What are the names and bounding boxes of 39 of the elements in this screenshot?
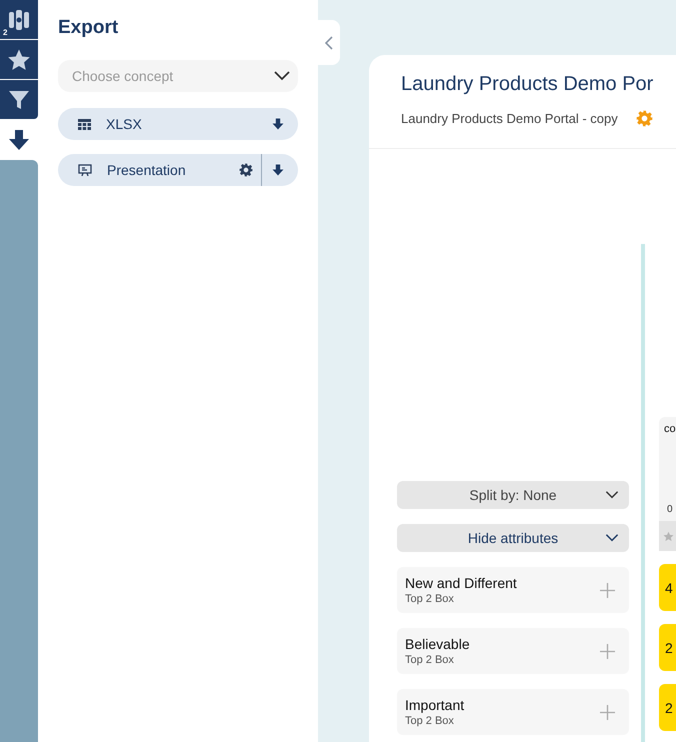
attribute-name: Important [405,697,466,713]
attribute-metric: Top 2 Box [405,715,455,727]
portal-subtitle: Laundry Products Demo Portal - copy [401,111,618,126]
split-by-dropdown[interactable]: Split by: None [397,481,629,509]
download-arrow-icon [8,130,30,150]
attribute-name: New and Different [405,575,518,591]
settings-icon[interactable] [239,163,253,177]
attribute-name: Believable [405,636,471,652]
chevron-down-icon [605,491,619,499]
score-tile: 2 [659,684,676,731]
sidebar-tab[interactable] [0,80,38,119]
concept-title: co [664,423,676,435]
score-tile: 2 [659,624,676,671]
portal-title: Laundry Products Demo Por [401,73,654,96]
bottles-icon [7,8,31,32]
chevron-down-icon [274,71,290,81]
chevron-down-icon [605,534,619,542]
attribute-metric: Top 2 Box [405,593,455,605]
export-option[interactable]: Presentation [58,154,298,186]
count-label: 2 [3,28,8,37]
table-icon [78,118,91,130]
attributes-toggle[interactable]: Hide attributes [397,524,629,552]
sidebar-tab[interactable]: 2 [0,0,38,39]
attribute-row[interactable]: New and Different Top 2 Box [397,567,629,613]
export-option[interactable]: XLSX [58,108,298,140]
attribute-row[interactable]: Believable Top 2 Box [397,628,629,674]
sidebar-tab[interactable] [0,40,38,79]
attribute-row[interactable]: Important Top 2 Box [397,689,629,735]
score-tile: 4 [659,564,676,611]
presentation-icon [78,164,92,176]
star-icon[interactable] [663,530,674,542]
star-icon [6,48,32,72]
attribute-metric: Top 2 Box [405,654,455,666]
chevron-left-icon [325,36,333,50]
concept-dropdown[interactable]: Choose concept [58,60,298,92]
download-icon[interactable] [272,118,284,130]
download-icon[interactable] [272,164,284,176]
concept-date: 0 [667,504,674,515]
panel-title: Export [58,17,120,39]
